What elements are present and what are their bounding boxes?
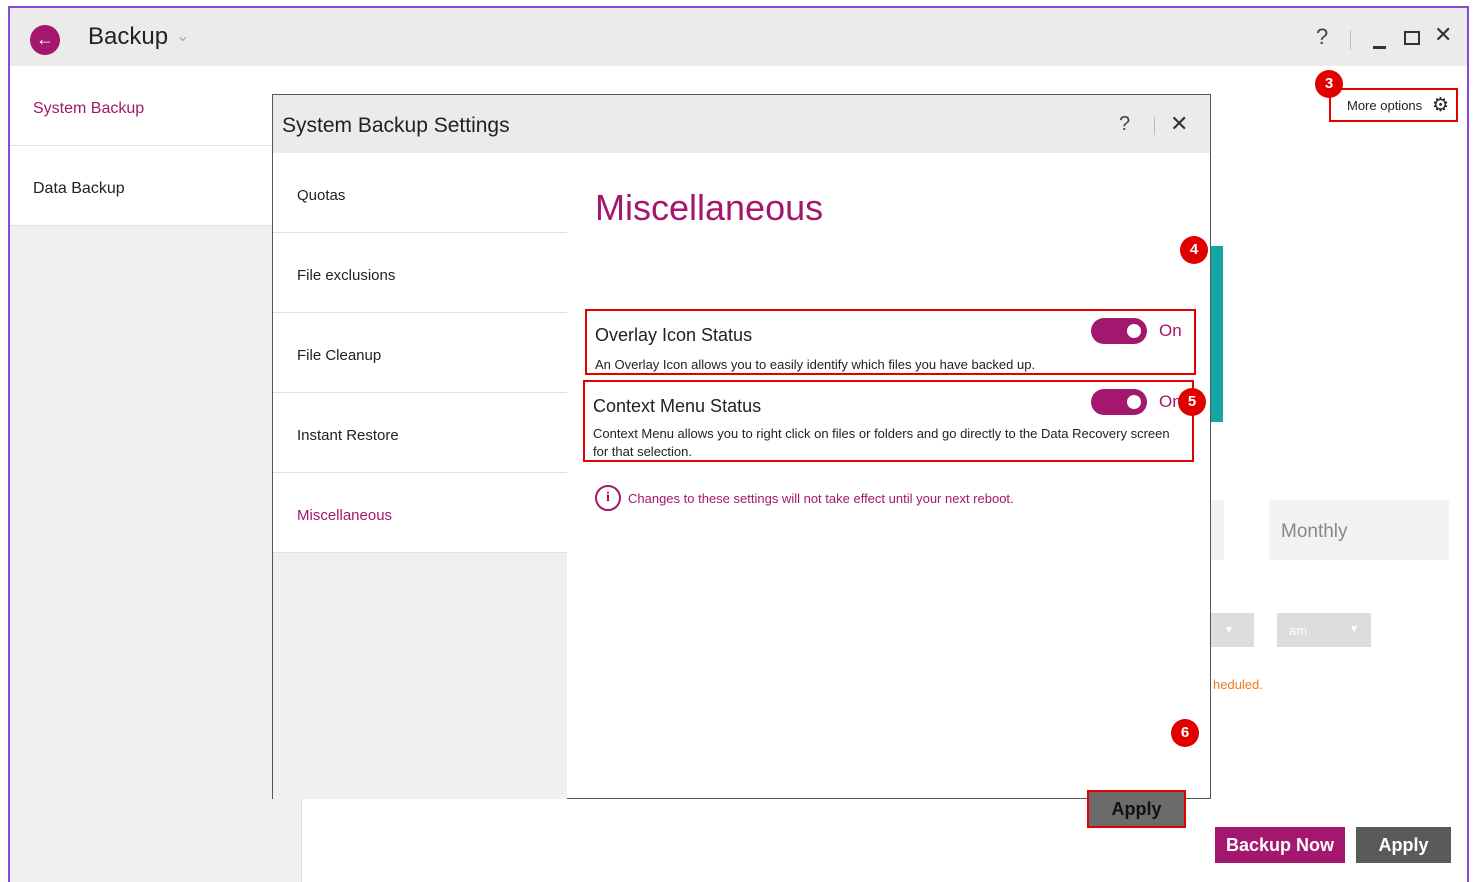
maximize-icon[interactable] xyxy=(1404,31,1420,45)
tab-monthly[interactable]: Monthly xyxy=(1269,500,1449,560)
callout-badge-6: 6 xyxy=(1171,719,1199,747)
gear-icon: ⚙ xyxy=(1431,95,1449,116)
more-options-button[interactable]: More options ⚙ xyxy=(1329,88,1458,122)
dialog-close-button[interactable]: ✕ xyxy=(1170,111,1188,137)
help-button[interactable]: ? xyxy=(1316,24,1328,50)
dialog-nav-instant-restore[interactable]: Instant Restore xyxy=(273,393,567,473)
setting-description: Context Menu allows you to right click o… xyxy=(593,426,1170,459)
dialog-title: System Backup Settings xyxy=(282,114,510,137)
dialog-content: Miscellaneous Overlay Icon Status On An … xyxy=(567,153,1210,828)
dialog-header-divider xyxy=(1154,117,1155,135)
sidebar: System Backup Data Backup xyxy=(10,66,302,882)
close-window-button[interactable]: ✕ xyxy=(1434,22,1452,48)
frequency-tab-partial[interactable] xyxy=(1210,500,1224,560)
callout-badge-3: 3 xyxy=(1315,70,1343,98)
title-bar: ← Backup ⌄ ? ✕ xyxy=(10,8,1467,66)
setting-description: An Overlay Icon allows you to easily ide… xyxy=(595,357,1036,372)
dialog-nav-quotas[interactable]: Quotas xyxy=(273,153,567,233)
time-select[interactable]: ▼ xyxy=(1210,613,1254,647)
app-title: Backup xyxy=(88,23,169,50)
section-title: Miscellaneous xyxy=(595,187,824,228)
context-menu-setting: Context Menu Status On Context Menu allo… xyxy=(583,380,1194,462)
dialog-help-button[interactable]: ? xyxy=(1119,113,1130,136)
titlebar-divider xyxy=(1350,30,1351,50)
toggle-knob xyxy=(1127,395,1141,409)
dialog-nav-file-exclusions[interactable]: File exclusions xyxy=(273,233,567,313)
callout-badge-4: 4 xyxy=(1180,236,1208,264)
dialog-apply-button[interactable]: Apply xyxy=(1089,792,1184,826)
ampm-value: am xyxy=(1289,623,1308,638)
chevron-down-icon: ▼ xyxy=(1224,625,1234,636)
sidebar-item-data-backup[interactable]: Data Backup xyxy=(10,146,302,226)
sidebar-item-system-backup[interactable]: System Backup xyxy=(10,66,302,146)
setting-title: Context Menu Status xyxy=(593,396,762,416)
system-backup-settings-dialog: System Backup Settings ? ✕ Quotas File e… xyxy=(272,94,1211,828)
backup-status-strip xyxy=(1210,246,1223,422)
dialog-nav-file-cleanup[interactable]: File Cleanup xyxy=(273,313,567,393)
toggle-state-label: On xyxy=(1159,321,1182,340)
setting-title: Overlay Icon Status xyxy=(595,325,753,345)
toggle-knob xyxy=(1127,324,1141,338)
context-menu-toggle[interactable] xyxy=(1091,389,1147,415)
schedule-note: heduled. xyxy=(1213,677,1263,692)
minimize-icon[interactable] xyxy=(1373,46,1386,49)
apply-button[interactable]: Apply xyxy=(1356,827,1451,863)
backup-now-button[interactable]: Backup Now xyxy=(1215,827,1345,863)
info-text: Changes to these settings will not take … xyxy=(628,491,1014,506)
info-icon: i xyxy=(595,485,621,511)
more-options-label: More options xyxy=(1347,98,1423,113)
chevron-down-icon[interactable]: ⌄ xyxy=(176,26,189,46)
callout-badge-5: 5 xyxy=(1178,388,1206,416)
ampm-select[interactable]: am ▼ xyxy=(1277,613,1371,647)
dialog-nav-miscellaneous[interactable]: Miscellaneous xyxy=(273,473,567,553)
overlay-icon-toggle[interactable] xyxy=(1091,318,1147,344)
apply-highlight: Apply xyxy=(1087,790,1186,828)
chevron-down-icon: ▼ xyxy=(1349,624,1359,635)
dialog-header: System Backup Settings ? ✕ xyxy=(273,95,1210,153)
dialog-nav: Quotas File exclusions File Cleanup Inst… xyxy=(273,153,567,799)
overlay-icon-setting: Overlay Icon Status On An Overlay Icon a… xyxy=(585,309,1196,375)
back-arrow-icon[interactable]: ← xyxy=(30,25,60,55)
